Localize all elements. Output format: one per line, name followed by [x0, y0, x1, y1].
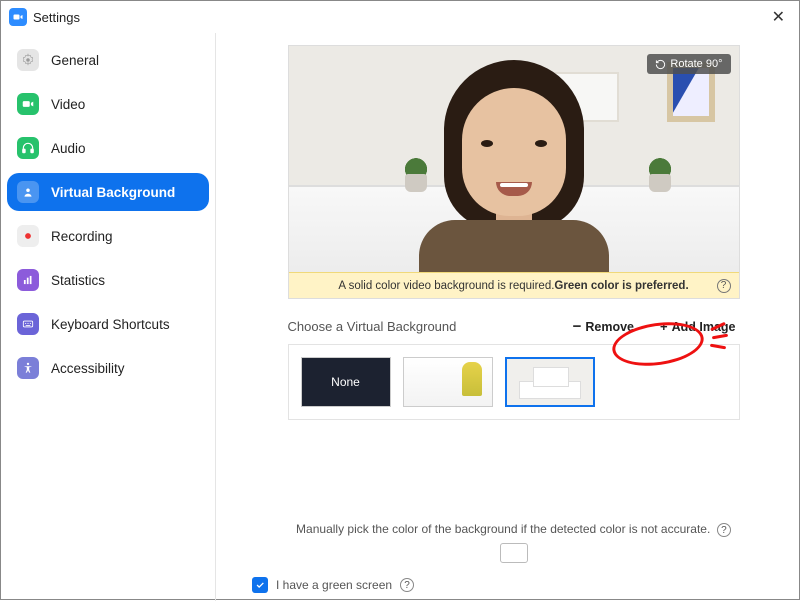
thumb-option-2-selected[interactable] — [505, 357, 595, 407]
banner-text: A solid color video background is requir… — [338, 280, 554, 292]
zoom-icon — [9, 8, 27, 26]
preview-scene — [289, 46, 739, 298]
sidebar-item-accessibility[interactable]: Accessibility — [7, 349, 209, 387]
user-background-icon — [17, 181, 39, 203]
close-button[interactable]: ✕ — [766, 7, 791, 27]
rotate-button[interactable]: Rotate 90° — [647, 54, 730, 74]
add-image-button[interactable]: + Add Image — [656, 317, 740, 336]
record-icon — [17, 225, 39, 247]
check-icon — [255, 580, 265, 590]
sidebar-item-label: Recording — [51, 229, 113, 244]
help-icon[interactable]: ? — [717, 279, 731, 293]
sidebar-item-label: Keyboard Shortcuts — [51, 317, 170, 332]
sidebar-item-virtual-background[interactable]: Virtual Background — [7, 173, 209, 211]
titlebar: Settings ✕ — [1, 1, 799, 33]
manual-color-hint: Manually pick the color of the backgroun… — [296, 522, 710, 536]
background-thumbnails: None — [288, 344, 740, 420]
sidebar-item-audio[interactable]: Audio — [7, 129, 209, 167]
sidebar-item-general[interactable]: General — [7, 41, 209, 79]
chart-icon — [17, 269, 39, 291]
video-preview: Rotate 90° A solid color video backgroun… — [288, 45, 740, 299]
sidebar-item-statistics[interactable]: Statistics — [7, 261, 209, 299]
color-swatch-picker[interactable] — [500, 543, 528, 563]
plus-icon: + — [660, 319, 668, 334]
sidebar-item-label: Audio — [51, 141, 86, 156]
sidebar: General Video Audio Virtual Background R… — [1, 33, 216, 601]
main-panel: Rotate 90° A solid color video backgroun… — [216, 33, 799, 601]
help-icon[interactable]: ? — [717, 523, 731, 537]
thumb-none[interactable]: None — [301, 357, 391, 407]
rotate-label: Rotate 90° — [670, 58, 722, 70]
thumb-option-1[interactable] — [403, 357, 493, 407]
window-title: Settings — [33, 10, 80, 25]
green-screen-label: I have a green screen — [276, 578, 392, 592]
sidebar-item-label: Video — [51, 97, 85, 112]
sidebar-item-label: General — [51, 53, 99, 68]
sidebar-item-label: Accessibility — [51, 361, 125, 376]
gear-icon — [17, 49, 39, 71]
sidebar-item-label: Virtual Background — [51, 185, 175, 200]
sidebar-item-keyboard-shortcuts[interactable]: Keyboard Shortcuts — [7, 305, 209, 343]
add-image-label: Add Image — [672, 320, 736, 334]
banner-bold: Green color is preferred. — [554, 280, 688, 292]
rotate-icon — [655, 59, 666, 70]
keyboard-icon — [17, 313, 39, 335]
choose-background-label: Choose a Virtual Background — [288, 319, 457, 334]
minus-icon: − — [573, 322, 582, 332]
sidebar-item-recording[interactable]: Recording — [7, 217, 209, 255]
accessibility-icon — [17, 357, 39, 379]
info-banner: A solid color video background is requir… — [289, 272, 739, 298]
headphones-icon — [17, 137, 39, 159]
green-screen-checkbox[interactable] — [252, 577, 268, 593]
video-icon — [17, 93, 39, 115]
sidebar-item-label: Statistics — [51, 273, 105, 288]
help-icon[interactable]: ? — [400, 578, 414, 592]
remove-label: Remove — [585, 320, 634, 334]
remove-button[interactable]: − Remove — [569, 318, 638, 336]
thumb-none-label: None — [331, 375, 360, 389]
sidebar-item-video[interactable]: Video — [7, 85, 209, 123]
